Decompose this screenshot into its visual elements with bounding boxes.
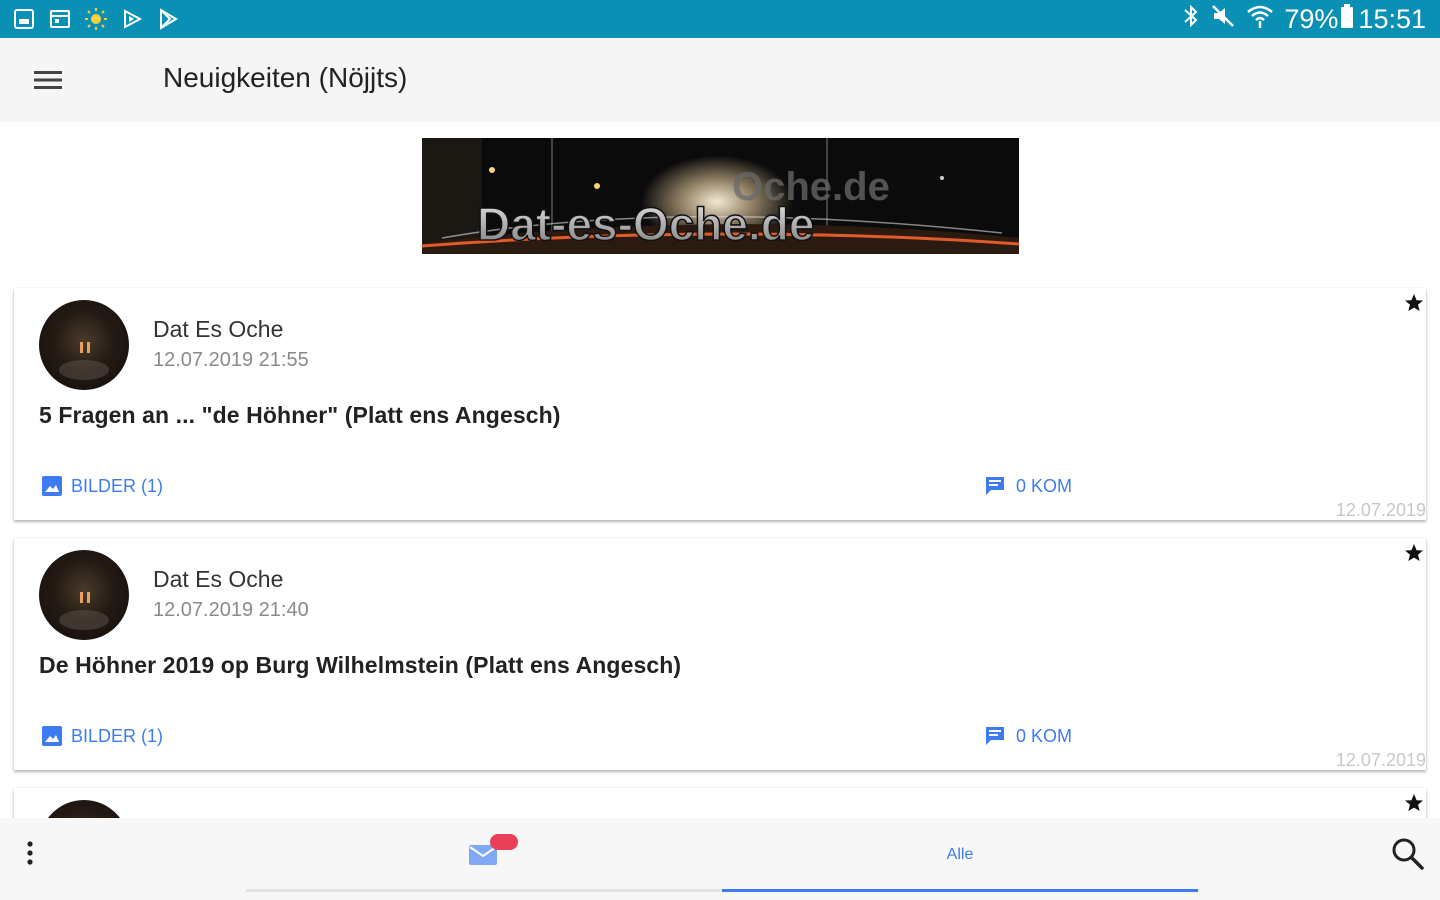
wifi-icon xyxy=(1246,3,1274,36)
pictures-button[interactable]: BILDER (1) xyxy=(41,725,163,747)
app-bar: Neuigkeiten (Nöjjts) xyxy=(0,38,1440,122)
svg-text:Dat-es-Oche.de: Dat-es-Oche.de xyxy=(477,198,814,250)
search-icon[interactable] xyxy=(1390,836,1426,872)
battery-percent: 79% xyxy=(1284,3,1339,34)
comments-button[interactable]: 0 KOM xyxy=(984,725,1072,747)
bottom-navigation: Alle xyxy=(0,818,1440,900)
bluetooth-icon xyxy=(1182,3,1200,36)
mail-icon xyxy=(468,834,518,866)
gallery-icon xyxy=(12,7,36,31)
post-headline[interactable]: 5 Fragen an ... "de Höhner" (Platt ens A… xyxy=(39,402,561,429)
pictures-label: BILDER (1) xyxy=(71,475,164,496)
post-author: Dat Es Oche xyxy=(153,316,284,342)
image-icon xyxy=(42,726,62,746)
comment-icon xyxy=(986,477,1004,495)
comments-label: 0 KOM xyxy=(1016,475,1073,496)
menu-button[interactable] xyxy=(24,60,72,100)
tab-all-underline xyxy=(722,889,1198,892)
mute-icon xyxy=(1210,3,1236,36)
page-title: Neuigkeiten (Nöjjts) xyxy=(163,62,408,93)
more-vert-icon[interactable] xyxy=(18,838,42,868)
tab-all[interactable]: Alle xyxy=(722,818,1198,892)
clock: 15:51 xyxy=(1358,3,1426,34)
post-author: Dat Es Oche xyxy=(153,566,284,592)
pictures-label: BILDER (1) xyxy=(71,725,164,746)
post-footer-date: 12.07.2019 xyxy=(1335,500,1426,520)
avatar xyxy=(39,550,129,640)
status-bar: 79% 15:51 xyxy=(0,0,1440,38)
pictures-button[interactable]: BILDER (1) xyxy=(41,475,163,497)
post-headline[interactable]: De Höhner 2019 op Burg Wilhelmstein (Pla… xyxy=(39,652,681,679)
post-footer-date: 12.07.2019 xyxy=(1335,750,1426,770)
image-icon xyxy=(42,476,62,496)
notification-badge xyxy=(490,834,518,850)
comments-label: 0 KOM xyxy=(1016,725,1073,746)
banner-image: Oche.de Dat-es-Oche.de xyxy=(422,138,1019,254)
star-icon[interactable] xyxy=(1402,791,1426,815)
calendar-icon xyxy=(48,7,72,31)
avatar xyxy=(39,300,129,390)
star-icon[interactable] xyxy=(1402,291,1426,315)
play-store-icon xyxy=(120,7,144,31)
star-icon[interactable] xyxy=(1402,541,1426,565)
post-card[interactable]: Dat Es Oche 12.07.2019 21:40 De Höhner 2… xyxy=(14,538,1426,770)
post-datetime: 12.07.2019 21:55 xyxy=(153,349,309,371)
sun-icon xyxy=(84,7,108,31)
play-store-alt-icon xyxy=(156,7,180,31)
comments-button[interactable]: 0 KOM xyxy=(984,475,1072,497)
comment-icon xyxy=(986,727,1004,745)
post-card[interactable]: Dat Es Oche 12.07.2019 21:55 5 Fragen an… xyxy=(14,288,1426,520)
tab-all-label: Alle xyxy=(946,846,974,863)
battery-icon xyxy=(1340,3,1354,36)
hamburger-icon xyxy=(34,71,62,89)
tab-messages[interactable] xyxy=(246,818,720,892)
tab-messages-underline xyxy=(246,889,720,892)
post-datetime: 12.07.2019 21:40 xyxy=(153,599,309,621)
